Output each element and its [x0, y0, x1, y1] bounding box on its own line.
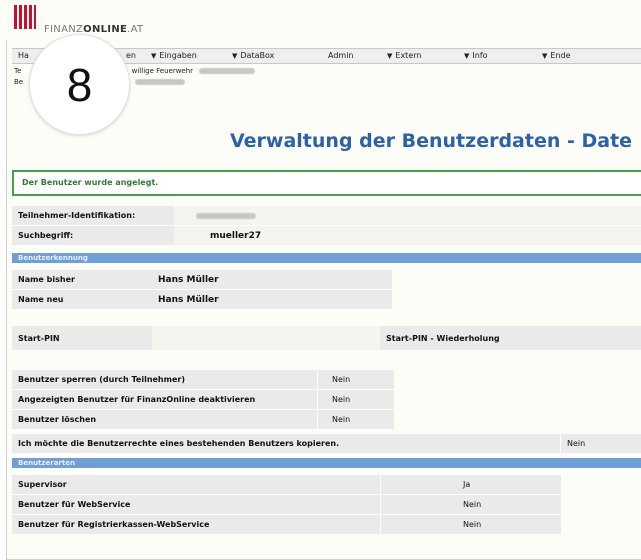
finanzonline-logo-text: FINANZONLINE.AT — [44, 24, 143, 35]
rechte-kopieren-value[interactable]: Nein — [561, 434, 641, 453]
redacted-user — [135, 79, 186, 85]
menu-label-info: Info — [472, 51, 488, 60]
name-neu-label: Name neu — [12, 290, 152, 309]
teilnehmer-label: Teilnehmer-Identifikation: — [12, 206, 174, 225]
deaktivieren-value[interactable]: Nein — [318, 390, 394, 409]
row-benutzer-loeschen: Benutzer löschen Nein — [12, 410, 641, 429]
deaktivieren-label: Angezeigten Benutzer für FinanzOnline de… — [12, 390, 317, 409]
registrierkassen-label: Benutzer für Registrierkassen-WebService — [12, 515, 380, 534]
row-teilnehmer: Teilnehmer-Identifikation: — [12, 206, 641, 225]
menu-item-info[interactable]: ▼ Info — [464, 51, 488, 60]
user-info-prefix: Be — [14, 78, 24, 86]
participant-info-prefix: Te — [14, 67, 22, 75]
row-supervisor: Supervisor Ja — [12, 475, 641, 494]
rechte-kopieren-label: Ich möchte die Benutzerrechte eines best… — [12, 434, 560, 453]
benutzer-sperren-value[interactable]: Nein — [318, 370, 394, 389]
section-benutzerkennung: Benutzerkennung — [12, 253, 641, 263]
menu-item-eingaben[interactable]: ▼ Eingaben — [151, 51, 197, 60]
benutzer-loeschen-value[interactable]: Nein — [318, 410, 394, 429]
supervisor-value[interactable]: Ja — [381, 475, 561, 494]
section-benutzerarten: Benutzerarten — [12, 458, 641, 468]
participant-info-text: willige Feuerwehr — [131, 67, 194, 75]
name-neu-value: Hans Müller — [152, 290, 392, 309]
step-badge: 8 — [29, 34, 130, 135]
suchbegriff-label: Suchbegriff: — [12, 226, 174, 245]
name-bisher-value: Hans Müller — [152, 270, 392, 289]
benutzer-sperren-label: Benutzer sperren (durch Teilnehmer) — [12, 370, 317, 389]
section-benutzerarten-title: Benutzerarten — [18, 459, 75, 467]
start-pin-repeat-label: Start-PIN - Wiederholung — [380, 326, 641, 350]
menu-item-ende[interactable]: ▼ Ende — [542, 51, 571, 60]
row-name-neu: Name neu Hans Müller — [12, 290, 641, 309]
chevron-down-icon: ▼ — [464, 52, 470, 60]
row-webservice: Benutzer für WebService Nein — [12, 495, 641, 514]
webservice-label: Benutzer für WebService — [12, 495, 380, 514]
logo-text-b: ONLINE — [83, 24, 128, 35]
registrierkassen-value[interactable]: Nein — [381, 515, 561, 534]
start-pin-input[interactable] — [152, 326, 380, 350]
chevron-down-icon: ▼ — [232, 52, 238, 60]
menu-item-databox[interactable]: ▼ DataBox — [232, 51, 274, 60]
menu-item-extern[interactable]: ▼ Extern — [387, 51, 421, 60]
header: FINANZONLINE.AT — [0, 0, 641, 40]
supervisor-label: Supervisor — [12, 475, 380, 494]
logo-text-c: .AT — [127, 24, 144, 35]
benutzer-loeschen-label: Benutzer löschen — [12, 410, 317, 429]
page-title: Verwaltung der Benutzerdaten - Date — [230, 130, 633, 152]
menu-label-ende: Ende — [550, 51, 571, 60]
redacted-teilnehmer-id — [196, 212, 256, 219]
row-start-pin: Start-PIN Start-PIN - Wiederholung — [12, 326, 641, 350]
row-name-bisher: Name bisher Hans Müller — [12, 270, 641, 289]
webservice-value[interactable]: Nein — [381, 495, 561, 514]
row-suchbegriff: Suchbegriff: mueller27 — [12, 226, 641, 245]
redacted-name — [199, 68, 256, 74]
menu-item-home[interactable]: Ha — [18, 51, 29, 60]
chevron-down-icon: ▼ — [542, 52, 548, 60]
row-rechte-kopieren: Ich möchte die Benutzerrechte eines best… — [12, 434, 641, 453]
suchbegriff-value: mueller27 — [174, 226, 641, 245]
step-badge-number: 8 — [66, 58, 93, 111]
menu-label-databox: DataBox — [240, 51, 275, 60]
row-benutzer-sperren: Benutzer sperren (durch Teilnehmer) Nein — [12, 370, 641, 389]
menu-item-admin[interactable]: Admin — [328, 51, 354, 60]
row-deaktivieren: Angezeigten Benutzer für FinanzOnline de… — [12, 390, 641, 409]
finanzonline-logo-icon — [14, 5, 38, 29]
success-notice-text: Der Benutzer wurde angelegt. — [22, 178, 159, 187]
chevron-down-icon: ▼ — [151, 52, 157, 60]
menu-item-abfragen[interactable]: en — [126, 51, 136, 60]
teilnehmer-value — [174, 206, 641, 225]
chevron-down-icon: ▼ — [387, 52, 393, 60]
section-benutzerkennung-title: Benutzerkennung — [18, 254, 88, 262]
name-bisher-label: Name bisher — [12, 270, 152, 289]
start-pin-label: Start-PIN — [12, 326, 152, 350]
row-registrierkassen: Benutzer für Registrierkassen-WebService… — [12, 515, 641, 534]
success-notice: Der Benutzer wurde angelegt. — [12, 170, 641, 196]
menu-label-eingaben: Eingaben — [159, 51, 197, 60]
menu-label-extern: Extern — [395, 51, 422, 60]
